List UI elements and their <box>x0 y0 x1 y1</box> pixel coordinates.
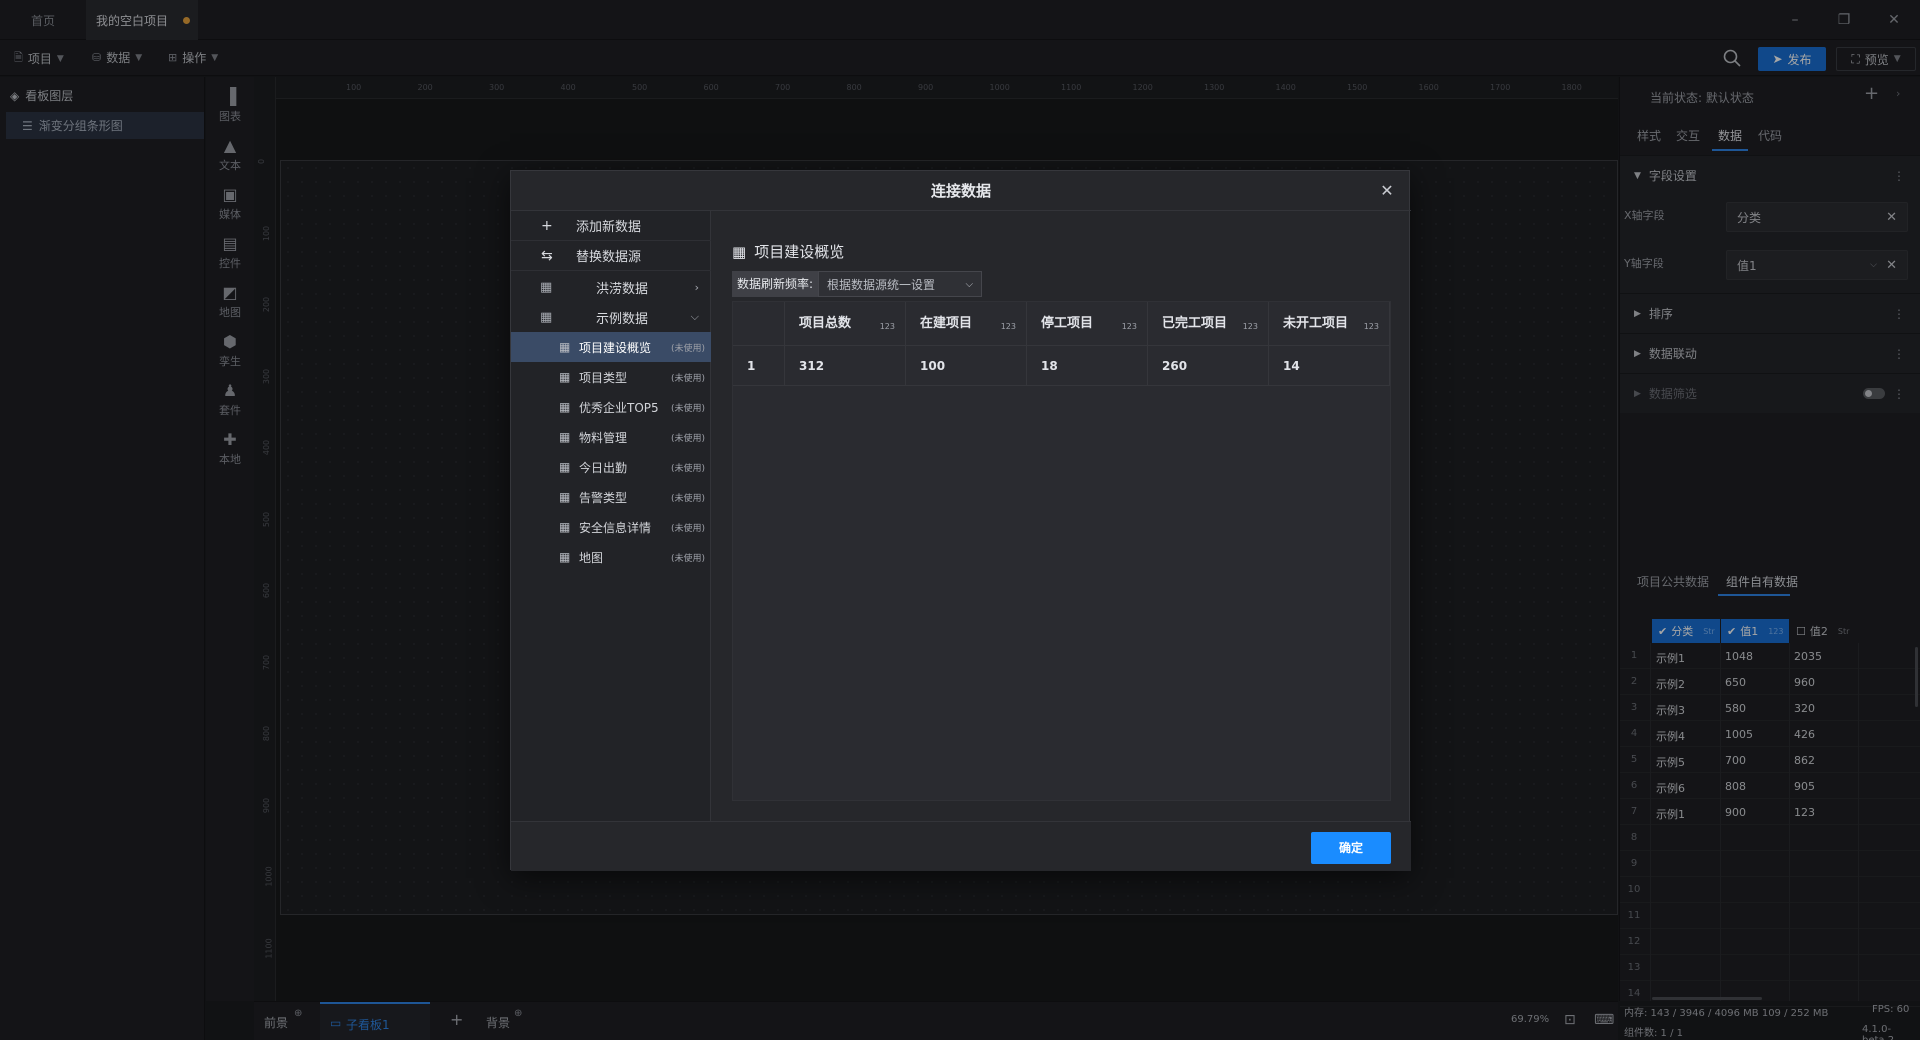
cell-text: 1 <box>747 359 756 373</box>
connect-data-dialog: 连接数据 ✕ + 添加新数据 ⇆ 替换数据源 ▦ 洪涝数据 › ▦ 示例数据 ⌵… <box>510 170 1411 871</box>
refresh-rate-label: 数据刷新频率: <box>732 271 819 297</box>
usage-status: (未使用) <box>670 553 705 564</box>
table-header-index <box>733 302 785 346</box>
table-cell: 100 <box>906 346 1027 386</box>
preview-title-text: 项目建设概览 <box>754 243 845 261</box>
column-label: 在建项目 <box>920 316 973 331</box>
table-cell: 14 <box>1269 346 1390 386</box>
replace-source-button[interactable]: ⇆ 替换数据源 <box>511 241 711 271</box>
type-badge: 123 <box>1121 322 1137 331</box>
cell-text: 18 <box>1041 359 1058 373</box>
cell-text: 260 <box>1162 359 1188 373</box>
chevron-down-icon: ⌵ <box>965 279 974 290</box>
data-preview: ▦ 项目建设概览 数据刷新频率: 根据数据源统一设置 ⌵ 1 项目总数 123 31… <box>712 211 1410 821</box>
table-icon: ▦ <box>559 490 571 504</box>
preview-title: ▦ 项目建设概览 <box>732 241 844 262</box>
cell-text: 100 <box>920 359 946 373</box>
table-icon: ▦ <box>559 340 571 354</box>
table-icon: ▦ <box>732 242 747 261</box>
table-cell: 260 <box>1148 346 1269 386</box>
table-header[interactable]: 未开工项目 123 <box>1269 302 1390 346</box>
table-icon: ▦ <box>540 279 553 295</box>
data-item[interactable]: ▦ 项目类型 (未使用) <box>511 362 711 392</box>
column-label: 项目总数 <box>799 316 852 331</box>
refresh-rate-value: 根据数据源统一设置 <box>827 278 936 292</box>
preview-table[interactable]: 1 项目总数 123 312 在建项目 123 100 停工项目 123 18 已完工项目 123 2… <box>732 301 1391 801</box>
table-cell: 312 <box>785 346 906 386</box>
usage-status: (未使用) <box>670 433 705 444</box>
group-label: 洪涝数据 <box>596 281 649 297</box>
table-header[interactable]: 项目总数 123 <box>785 302 906 346</box>
data-item[interactable]: ▦ 优秀企业TOP5 (未使用) <box>511 392 711 422</box>
dialog-footer: 确定 <box>511 821 1411 871</box>
usage-status: (未使用) <box>670 463 705 474</box>
usage-status: (未使用) <box>670 523 705 534</box>
type-badge: 123 <box>1000 322 1016 331</box>
group-flood-data[interactable]: ▦ 洪涝数据 › <box>511 272 711 302</box>
data-item[interactable]: ▦ 今日出勤 (未使用) <box>511 452 711 482</box>
usage-status: (未使用) <box>670 343 705 354</box>
table-header[interactable]: 在建项目 123 <box>906 302 1027 346</box>
chevron-down-icon: ⌵ <box>690 310 699 323</box>
data-item-label: 地图 <box>579 550 604 565</box>
refresh-rate-row: 数据刷新频率: 根据数据源统一设置 ⌵ <box>732 271 983 297</box>
group-label: 示例数据 <box>596 311 649 327</box>
swap-icon: ⇆ <box>541 247 553 264</box>
data-source-list: + 添加新数据 ⇆ 替换数据源 ▦ 洪涝数据 › ▦ 示例数据 ⌵ ▦ 项目建设概… <box>511 211 711 821</box>
replace-source-label: 替换数据源 <box>576 250 642 265</box>
data-item[interactable]: ▦ 地图 (未使用) <box>511 542 711 572</box>
table-icon: ▦ <box>559 520 571 534</box>
data-item-label: 今日出勤 <box>579 460 628 475</box>
confirm-button[interactable]: 确定 <box>1311 832 1391 864</box>
data-item[interactable]: ▦ 告警类型 (未使用) <box>511 482 711 512</box>
dialog-title: 连接数据 <box>511 171 1411 211</box>
table-header[interactable]: 已完工项目 123 <box>1148 302 1269 346</box>
table-cell: 18 <box>1027 346 1148 386</box>
data-item-label: 项目类型 <box>579 370 628 385</box>
add-data-button[interactable]: + 添加新数据 <box>511 211 711 241</box>
table-icon: ▦ <box>559 370 571 384</box>
cell-text: 312 <box>799 359 825 373</box>
data-item-label: 安全信息详情 <box>579 520 652 535</box>
table-icon: ▦ <box>559 400 571 414</box>
close-icon[interactable]: ✕ <box>1377 181 1397 201</box>
type-badge: 123 <box>879 322 895 331</box>
column-label: 停工项目 <box>1041 316 1094 331</box>
chevron-right-icon: › <box>694 280 699 294</box>
usage-status: (未使用) <box>670 493 705 504</box>
table-icon: ▦ <box>559 430 571 444</box>
table-icon: ▦ <box>559 460 571 474</box>
table-icon: ▦ <box>559 550 571 564</box>
usage-status: (未使用) <box>670 403 705 414</box>
plus-icon: + <box>541 217 553 234</box>
data-item-label: 告警类型 <box>579 490 628 505</box>
column-label: 未开工项目 <box>1283 316 1349 331</box>
data-item[interactable]: ▦ 安全信息详情 (未使用) <box>511 512 711 542</box>
data-item[interactable]: ▦ 项目建设概览 (未使用) <box>511 332 711 362</box>
cell-text: 14 <box>1283 359 1300 373</box>
data-item[interactable]: ▦ 物料管理 (未使用) <box>511 422 711 452</box>
data-item-label: 优秀企业TOP5 <box>579 400 659 415</box>
column-label: 已完工项目 <box>1162 316 1228 331</box>
group-sample-data[interactable]: ▦ 示例数据 ⌵ <box>511 302 711 332</box>
type-badge: 123 <box>1242 322 1258 331</box>
usage-status: (未使用) <box>670 373 705 384</box>
table-header[interactable]: 停工项目 123 <box>1027 302 1148 346</box>
refresh-rate-select[interactable]: 根据数据源统一设置 ⌵ <box>818 271 983 297</box>
data-item-label: 物料管理 <box>579 430 628 445</box>
table-cell-index: 1 <box>733 346 785 386</box>
type-badge: 123 <box>1363 322 1379 331</box>
add-data-label: 添加新数据 <box>576 220 642 235</box>
data-item-label: 项目建设概览 <box>579 340 652 355</box>
table-icon: ▦ <box>540 309 553 325</box>
